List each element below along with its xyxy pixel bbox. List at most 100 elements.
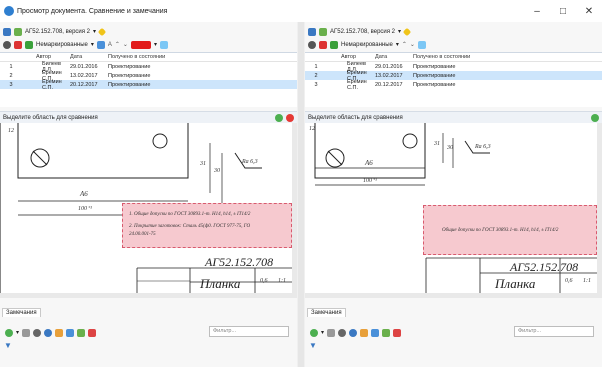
layers-icon[interactable]: [371, 328, 380, 337]
app-icon: [4, 6, 14, 16]
row-date: 29.01.2016: [70, 63, 98, 70]
row-number: 1: [314, 63, 318, 70]
flag-icon[interactable]: [360, 328, 369, 337]
comment-region[interactable]: Общие допуски по ГОСТ 30893.1-m. H14, h1…: [423, 205, 597, 255]
hole: [152, 133, 168, 149]
chevron-down-icon[interactable]: ▾: [16, 329, 19, 336]
roughness-label: Ra 6,3: [242, 159, 258, 165]
link-icon[interactable]: [77, 328, 86, 337]
right-compare-bar: Выделите область для сравнения: [305, 111, 602, 123]
arrow-up-icon[interactable]: ⌃: [402, 41, 407, 48]
vertical-scrollbar[interactable]: [597, 123, 602, 298]
left-marking-toolbar: Немаркированные ▾ A ⌃ ⌄ ▾: [0, 38, 297, 51]
image-icon[interactable]: [159, 40, 168, 49]
delete-icon[interactable]: [88, 328, 97, 337]
chevron-down-icon[interactable]: ▾: [321, 329, 324, 336]
filter-input[interactable]: Фильтр...: [514, 326, 594, 337]
edit-icon[interactable]: [97, 27, 107, 36]
chevron-down-icon[interactable]: ▾: [91, 41, 94, 48]
hole: [402, 133, 418, 149]
flag-icon[interactable]: [330, 40, 338, 49]
flag-icon[interactable]: [25, 40, 33, 49]
table-row[interactable]: 3 Еремин С.П. 20.12.2017 Проектирование: [0, 78, 297, 91]
horizontal-scrollbar[interactable]: [305, 293, 597, 298]
row-date: 20.12.2017: [375, 81, 403, 88]
reply-icon[interactable]: [327, 328, 336, 337]
edit-icon[interactable]: [402, 27, 412, 36]
part-outline: [17, 123, 189, 179]
dim-label: 100⁺¹: [363, 178, 377, 184]
close-button[interactable]: ✕: [576, 0, 602, 22]
left-drawing-view[interactable]: А6 100⁺¹ 31 30 Ra 6,3 12 1. Общие допуск…: [0, 123, 297, 298]
marking-dropdown[interactable]: Немаркированные: [341, 42, 393, 48]
color-swatch[interactable]: [130, 40, 151, 49]
minimize-button[interactable]: –: [524, 0, 550, 22]
row-state: Проектирование: [108, 72, 151, 79]
tab-comments[interactable]: Замечания: [2, 308, 41, 317]
sheet-name: Планка: [495, 276, 536, 291]
dim-label: 12: [309, 126, 315, 132]
row-author: Еремин С.П.: [42, 78, 62, 91]
row-date: 13.02.2017: [70, 72, 98, 79]
right-versions-table: Автор Дата Получено в состоянии 1 Билеев …: [305, 52, 602, 107]
row-number: 2: [9, 72, 13, 79]
sheet-scale: 0,6: [565, 278, 573, 284]
ok-icon[interactable]: [591, 114, 599, 122]
left-doc-toolbar: АГ52.152.708, версия 2 ▾: [0, 25, 297, 38]
pin-icon[interactable]: [319, 40, 327, 49]
arrow-down-icon[interactable]: ⌄: [123, 41, 128, 48]
filter-input[interactable]: Фильтр...: [209, 326, 289, 337]
row-number: 3: [314, 81, 318, 88]
settings-icon[interactable]: [3, 40, 11, 49]
row-date: 29.01.2016: [375, 63, 403, 70]
filter-icon[interactable]: ▼: [309, 341, 317, 350]
chevron-down-icon[interactable]: ▾: [93, 28, 96, 35]
table-row[interactable]: 3 Еремин С.П. 20.12.2017 Проектирование: [305, 78, 602, 91]
doc-version-selector[interactable]: АГ52.152.708, версия 2: [330, 29, 395, 35]
chevron-down-icon[interactable]: ▾: [154, 41, 157, 48]
part-outline: [314, 123, 426, 179]
pane-splitter[interactable]: [298, 22, 304, 367]
flag-icon[interactable]: [55, 328, 64, 337]
sheet-n: 1:1: [583, 278, 591, 284]
settings-icon[interactable]: [33, 328, 42, 337]
comments-toolbar: ▾: [2, 326, 97, 339]
vertical-scrollbar[interactable]: [292, 123, 297, 298]
row-date: 13.02.2017: [375, 72, 403, 79]
sheet-number: АГ52.152.708: [205, 255, 274, 269]
doc-version-selector[interactable]: АГ52.152.708, версия 2: [25, 29, 90, 35]
ok-icon[interactable]: [275, 114, 283, 122]
link-icon[interactable]: [382, 328, 391, 337]
horizontal-scrollbar[interactable]: [0, 293, 292, 298]
chevron-down-icon[interactable]: ▾: [396, 41, 399, 48]
app-window: Просмотр документа. Сравнение и замечани…: [0, 0, 602, 367]
info-icon[interactable]: [349, 328, 358, 337]
add-icon[interactable]: [5, 328, 13, 337]
chevron-down-icon[interactable]: ▾: [398, 28, 401, 35]
maximize-button[interactable]: □: [550, 0, 576, 22]
doc-icon: [3, 27, 11, 36]
marking-dropdown[interactable]: Немаркированные: [36, 42, 88, 48]
image-icon[interactable]: [417, 40, 426, 49]
text-tool-icon[interactable]: A: [108, 42, 112, 48]
row-state: Проектирование: [413, 63, 456, 70]
layers-icon[interactable]: [66, 328, 75, 337]
close-icon[interactable]: [286, 114, 294, 122]
info-icon[interactable]: [44, 328, 53, 337]
row-number: 1: [9, 63, 13, 70]
settings-icon[interactable]: [338, 328, 347, 337]
tab-comments[interactable]: Замечания: [307, 308, 346, 317]
pin-icon[interactable]: [14, 40, 22, 49]
add-icon[interactable]: [310, 328, 318, 337]
arrow-down-icon[interactable]: ⌄: [410, 41, 415, 48]
arrow-up-icon[interactable]: ⌃: [115, 41, 120, 48]
settings-icon[interactable]: [308, 40, 316, 49]
layers-icon[interactable]: [96, 40, 105, 49]
delete-icon[interactable]: [393, 328, 402, 337]
right-drawing-view[interactable]: А6 100⁺¹ 31 30 Ra 6,3 12 Общие допуски п…: [305, 123, 602, 298]
reply-icon[interactable]: [22, 328, 31, 337]
row-author: Еремин С.П.: [347, 78, 367, 91]
comment-region[interactable]: 1. Общие допуски по ГОСТ 30893.1-m. H14,…: [122, 203, 292, 248]
sheet-scale: 0,6: [260, 278, 268, 284]
filter-icon[interactable]: ▼: [4, 341, 12, 350]
